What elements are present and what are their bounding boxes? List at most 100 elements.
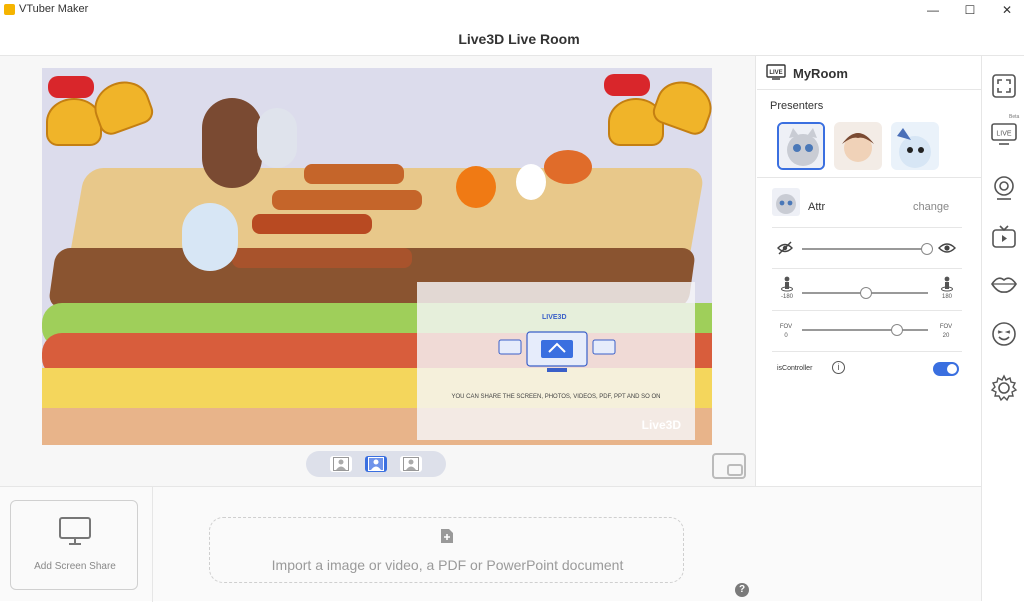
live-button[interactable]: LIVE: [990, 120, 1018, 148]
food-tray: [252, 214, 372, 234]
divider: [757, 89, 981, 90]
fov-slider-thumb[interactable]: [891, 324, 903, 336]
expression-button[interactable]: [990, 320, 1018, 348]
presenter-boy[interactable]: [834, 122, 882, 170]
cat-avatar-icon: [779, 124, 823, 168]
add-screen-share-label: Add Screen Share: [34, 561, 116, 572]
lip-sync-button[interactable]: [990, 270, 1018, 298]
add-screen-share-button[interactable]: Add Screen Share: [10, 500, 138, 590]
share-logo: LIVE3D: [542, 314, 567, 321]
presenter-creature[interactable]: [891, 122, 939, 170]
help-icon[interactable]: ?: [735, 583, 749, 597]
import-dropzone[interactable]: Import a image or video, a PDF or PowerP…: [209, 517, 684, 583]
rotation-max-label: 180: [941, 294, 952, 300]
room-header: Live3D Live Room: [0, 20, 1024, 56]
fov-slider-track[interactable]: [802, 329, 928, 331]
character-llama: [516, 164, 546, 200]
live-room-icon: LIVE: [766, 64, 786, 80]
divider: [772, 227, 962, 228]
bow-decoration: [604, 74, 650, 96]
food-tray: [232, 248, 412, 268]
room-panel: LIVE MyRoom Presenters Attr change -180 …: [757, 56, 981, 486]
rotate-person-icon: [781, 276, 793, 292]
divider: [772, 351, 962, 352]
face-icon: [992, 322, 1016, 346]
video-button[interactable]: [990, 224, 1018, 252]
gear-icon: [990, 374, 1018, 402]
monitor-icon: [59, 517, 91, 545]
divider: [757, 177, 981, 178]
avatar-creature[interactable]: [182, 203, 238, 271]
person-icon: [333, 457, 349, 471]
lips-icon: [991, 277, 1017, 293]
powered-by-logo: Live3D: [641, 418, 681, 432]
app-logo-icon: [4, 4, 15, 15]
bow-decoration: [48, 76, 94, 98]
room-title: MyRoom: [793, 66, 848, 81]
selected-avatar: [772, 188, 800, 216]
avatar-boy[interactable]: [202, 98, 262, 188]
fullscreen-button[interactable]: [990, 72, 1018, 100]
attr-label: Attr: [808, 201, 826, 213]
settings-button[interactable]: [990, 374, 1018, 402]
rotate-person-icon: [941, 276, 953, 292]
person-icon: [368, 457, 384, 471]
import-text: Import a image or video, a PDF or PowerP…: [271, 557, 624, 573]
screen-share-placeholder[interactable]: LIVE3D YOU CAN SHARE THE SCREEN, PHOTOS,…: [417, 282, 695, 440]
fov-left-value: 0: [784, 333, 788, 339]
page-title: Live3D Live Room: [458, 31, 580, 47]
webcam-button[interactable]: [990, 174, 1018, 202]
presenters-label: Presenters: [770, 100, 824, 112]
food-tray: [272, 190, 422, 210]
boy-avatar-icon: [834, 122, 882, 170]
live-icon-text: LIVE: [996, 131, 1012, 138]
rotation-min-label: -180: [780, 294, 793, 300]
file-add-icon: [441, 529, 453, 543]
beta-badge: Beta: [1009, 114, 1020, 120]
is-controller-label: isController: [777, 365, 813, 372]
change-avatar-link[interactable]: change: [913, 201, 949, 213]
cat-avatar-icon: [772, 188, 800, 216]
fov-right-label: FOV: [939, 324, 953, 330]
tv-play-icon: [992, 225, 1016, 248]
maximize-button[interactable]: ☐: [953, 0, 987, 20]
share-illustration-icon: [498, 331, 616, 372]
minimize-button[interactable]: —: [916, 0, 950, 20]
title-bar: VTuber Maker — ☐ ✕: [0, 0, 1024, 20]
fov-left-label: FOV: [779, 324, 793, 330]
live-icon-text: LIVE: [769, 70, 782, 76]
live-icon: LIVE: [991, 123, 1017, 145]
divider: [772, 310, 962, 311]
layout-pager: [306, 451, 446, 477]
eye-icon: [938, 243, 956, 253]
is-controller-toggle[interactable]: [933, 362, 959, 376]
bottom-bar: Add Screen Share Import a image or video…: [0, 486, 981, 602]
info-icon[interactable]: i: [832, 361, 845, 374]
presenter-cat[interactable]: [777, 122, 825, 170]
divider: [772, 268, 962, 269]
stage-area: LIVE3D YOU CAN SHARE THE SCREEN, PHOTOS,…: [0, 56, 756, 486]
divider: [152, 487, 153, 602]
picture-in-picture-icon[interactable]: [712, 453, 746, 479]
layout-grid-button[interactable]: [400, 456, 422, 472]
webcam-icon: [994, 176, 1014, 200]
layout-single-button[interactable]: [330, 456, 352, 472]
food-tray: [304, 164, 404, 184]
creature-avatar-icon: [891, 122, 939, 170]
app-title: VTuber Maker: [19, 3, 89, 15]
eye-off-icon: [777, 241, 793, 255]
visibility-slider-thumb[interactable]: [921, 243, 933, 255]
rotation-slider-thumb[interactable]: [860, 287, 872, 299]
close-button[interactable]: ✕: [990, 0, 1024, 20]
person-icon: [403, 457, 419, 471]
fov-right-value: 20: [942, 333, 950, 339]
share-hint: YOU CAN SHARE THE SCREEN, PHOTOS, VIDEOS…: [451, 394, 661, 400]
layout-main-button[interactable]: [365, 456, 387, 472]
character-orange: [456, 166, 496, 208]
avatar-cat[interactable]: [257, 108, 297, 168]
scene-canvas[interactable]: LIVE3D YOU CAN SHARE THE SCREEN, PHOTOS,…: [42, 68, 712, 445]
character-bear: [544, 150, 592, 184]
visibility-slider-track[interactable]: [802, 248, 930, 250]
fullscreen-icon: [992, 74, 1016, 98]
right-toolbar: LIVE Beta: [981, 56, 1024, 601]
